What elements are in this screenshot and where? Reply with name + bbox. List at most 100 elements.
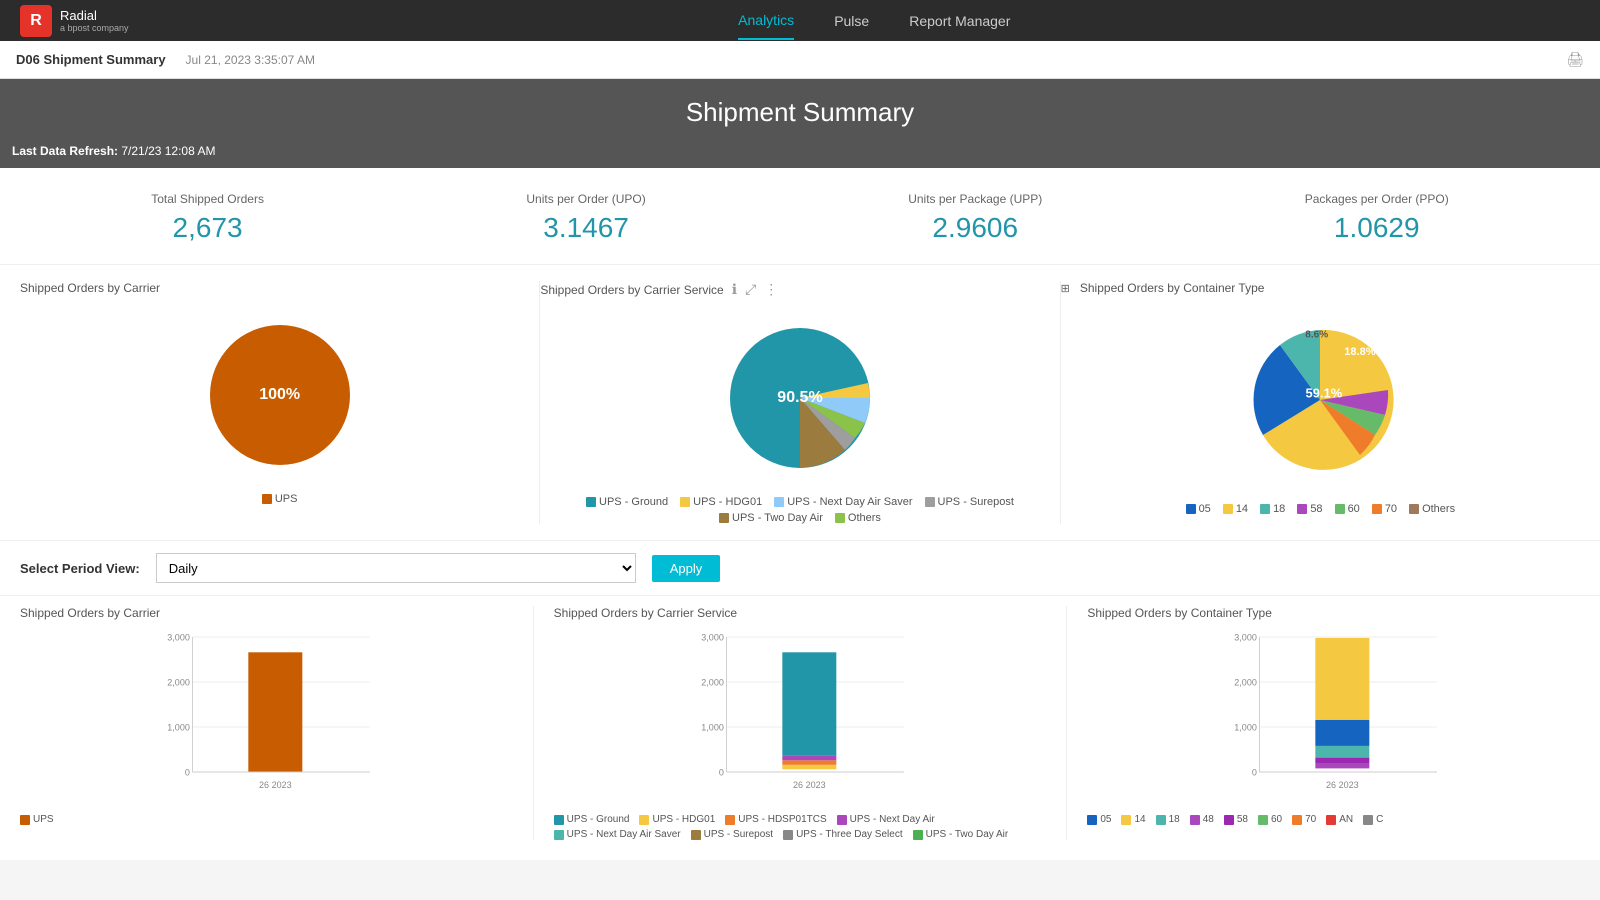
bar-ct-60: 60 bbox=[1258, 814, 1282, 825]
container-pie-icon: ⊞ bbox=[1061, 282, 1070, 295]
bar-svc-2day: UPS - Two Day Air bbox=[913, 829, 1009, 840]
bar-svc-nday: UPS - Next Day Air bbox=[837, 814, 935, 825]
print-icon[interactable]: 🖨 bbox=[1566, 51, 1584, 68]
bar-ct-48: 48 bbox=[1190, 814, 1214, 825]
bar-svc-hdg01: UPS - HDG01 bbox=[639, 814, 715, 825]
bar-lbl-05: 05 bbox=[1100, 814, 1111, 825]
bar-legend-label-ups: UPS bbox=[33, 814, 54, 825]
expand-icon[interactable]: ⤢ bbox=[743, 281, 758, 298]
bar-ct-58: 58 bbox=[1224, 814, 1248, 825]
bar-dot-70 bbox=[1292, 815, 1302, 825]
bar-service-title: Shipped Orders by Carrier Service bbox=[554, 606, 1047, 620]
breadcrumb-bar: D06 Shipment Summary Jul 21, 2023 3:35:0… bbox=[0, 41, 1600, 79]
bar-container-col: Shipped Orders by Container Type 3,000 2… bbox=[1077, 606, 1590, 840]
bar-carrier-legend: UPS bbox=[20, 814, 513, 825]
legend-58: 58 bbox=[1297, 503, 1322, 515]
container-pie-chart: 59.1% 18.8% 8.6% bbox=[1230, 315, 1410, 485]
stat-upp: Units per Package (UPP) 2.9606 bbox=[908, 192, 1042, 244]
bar-lbl-14: 14 bbox=[1134, 814, 1145, 825]
legend-dot-70 bbox=[1372, 504, 1382, 514]
bar-dot-hdsp bbox=[725, 815, 735, 825]
info-icon[interactable]: ℹ bbox=[730, 281, 739, 298]
bar-lbl-18: 18 bbox=[1169, 814, 1180, 825]
bar-lbl-60: 60 bbox=[1271, 814, 1282, 825]
bar-legend-dot-ups bbox=[20, 815, 30, 825]
legend-ground: UPS - Ground bbox=[586, 496, 668, 508]
nav-pulse[interactable]: Pulse bbox=[834, 3, 869, 39]
bar-dot-18 bbox=[1156, 815, 1166, 825]
legend-label-hdg01: UPS - HDG01 bbox=[693, 496, 762, 508]
service-pie-pct: 90.5% bbox=[777, 389, 822, 407]
legend-surepost: UPS - Surepost bbox=[925, 496, 1014, 508]
bar-service-legend: UPS - Ground UPS - HDG01 UPS - HDSP01TCS… bbox=[554, 814, 1047, 840]
bar-dot-3day bbox=[783, 830, 793, 840]
legend-item-ups: UPS bbox=[262, 493, 298, 505]
legend-dot-05 bbox=[1186, 504, 1196, 514]
container-pct-86: 8.6% bbox=[1305, 330, 1328, 341]
logo-company: Radial bbox=[60, 8, 129, 24]
bar-container-svg: 3,000 2,000 1,000 0 26 2023 bbox=[1087, 628, 1580, 808]
bar-ct-70: 70 bbox=[1292, 814, 1316, 825]
bar-lbl-an: AN bbox=[1339, 814, 1353, 825]
bar-lbl-nday-saver: UPS - Next Day Air Saver bbox=[567, 829, 681, 840]
nav-analytics[interactable]: Analytics bbox=[738, 2, 794, 40]
svg-text:2,000: 2,000 bbox=[701, 678, 724, 688]
legend-dot-58 bbox=[1297, 504, 1307, 514]
period-select[interactable]: Daily Weekly Monthly bbox=[156, 553, 636, 583]
stat-upo-value: 3.1467 bbox=[526, 212, 645, 244]
apply-button[interactable]: Apply bbox=[652, 555, 721, 582]
refresh-label: Last Data Refresh: bbox=[12, 144, 118, 158]
service-pie-icons: ℹ ⤢ ⋮ bbox=[730, 281, 781, 298]
svg-text:2,000: 2,000 bbox=[167, 678, 190, 688]
bar-dot-surepost bbox=[691, 830, 701, 840]
container-pct-188: 18.8% bbox=[1344, 346, 1375, 358]
report-header: Shipment Summary bbox=[0, 79, 1600, 140]
stat-total-shipped: Total Shipped Orders 2,673 bbox=[151, 192, 264, 244]
bar-lbl-nday: UPS - Next Day Air bbox=[850, 814, 935, 825]
svg-text:26 2023: 26 2023 bbox=[793, 780, 826, 790]
svg-text:0: 0 bbox=[1252, 768, 1257, 778]
report-title: Shipment Summary bbox=[0, 97, 1600, 128]
service-pie-title: Shipped Orders by Carrier Service bbox=[540, 283, 723, 297]
legend-label-70: 70 bbox=[1385, 503, 1397, 515]
svg-text:1,000: 1,000 bbox=[1235, 723, 1258, 733]
logo-text: Radial a bpost company bbox=[60, 8, 129, 34]
bar-lbl-hdsp: UPS - HDSP01TCS bbox=[738, 814, 826, 825]
container-pie-title: Shipped Orders by Container Type bbox=[1080, 281, 1265, 295]
logo: R Radial a bpost company bbox=[20, 5, 129, 37]
stat-ppo: Packages per Order (PPO) 1.0629 bbox=[1305, 192, 1449, 244]
bar-lbl-48: 48 bbox=[1203, 814, 1214, 825]
bar-lbl-hdg01: UPS - HDG01 bbox=[652, 814, 715, 825]
bar-svc-surepost: UPS - Surepost bbox=[691, 829, 773, 840]
bar-divider-1 bbox=[533, 606, 534, 840]
bar-carrier-svg: 3,000 2,000 1,000 0 26 2023 bbox=[20, 628, 513, 808]
more-icon[interactable]: ⋮ bbox=[762, 281, 780, 298]
legend-label-others-ct: Others bbox=[1422, 503, 1455, 515]
legend-dot-surepost bbox=[925, 497, 935, 507]
bar-dot-ground bbox=[554, 815, 564, 825]
bar-lbl-ground: UPS - Ground bbox=[567, 814, 630, 825]
bar-dot-c bbox=[1363, 815, 1373, 825]
legend-hdg01: UPS - HDG01 bbox=[680, 496, 762, 508]
legend-others-ct: Others bbox=[1409, 503, 1455, 515]
legend-twoday: UPS - Two Day Air bbox=[719, 512, 823, 524]
nav-report-manager[interactable]: Report Manager bbox=[909, 3, 1010, 39]
bar-lbl-3day: UPS - Three Day Select bbox=[796, 829, 903, 840]
service-pie-col: Shipped Orders by Carrier Service ℹ ⤢ ⋮ … bbox=[540, 281, 1059, 524]
legend-label-ups: UPS bbox=[275, 493, 298, 505]
bar-dot-hdg01 bbox=[639, 815, 649, 825]
bar-dot-14 bbox=[1121, 815, 1131, 825]
bar-ct-14: 14 bbox=[1121, 814, 1145, 825]
bar-svc-ground: UPS - Ground bbox=[554, 814, 630, 825]
legend-dot-60 bbox=[1335, 504, 1345, 514]
carrier-pie-chart: 100% bbox=[200, 315, 360, 475]
svg-text:0: 0 bbox=[718, 768, 723, 778]
bar-dot-an bbox=[1326, 815, 1336, 825]
svg-text:26 2023: 26 2023 bbox=[1326, 780, 1359, 790]
bar-ct-05: 05 bbox=[1087, 814, 1111, 825]
legend-label-14: 14 bbox=[1236, 503, 1248, 515]
bar-dot-05 bbox=[1087, 815, 1097, 825]
svg-text:2,000: 2,000 bbox=[1235, 678, 1258, 688]
bar-svc-nday-saver: UPS - Next Day Air Saver bbox=[554, 829, 681, 840]
breadcrumb-date: Jul 21, 2023 3:35:07 AM bbox=[186, 53, 315, 67]
